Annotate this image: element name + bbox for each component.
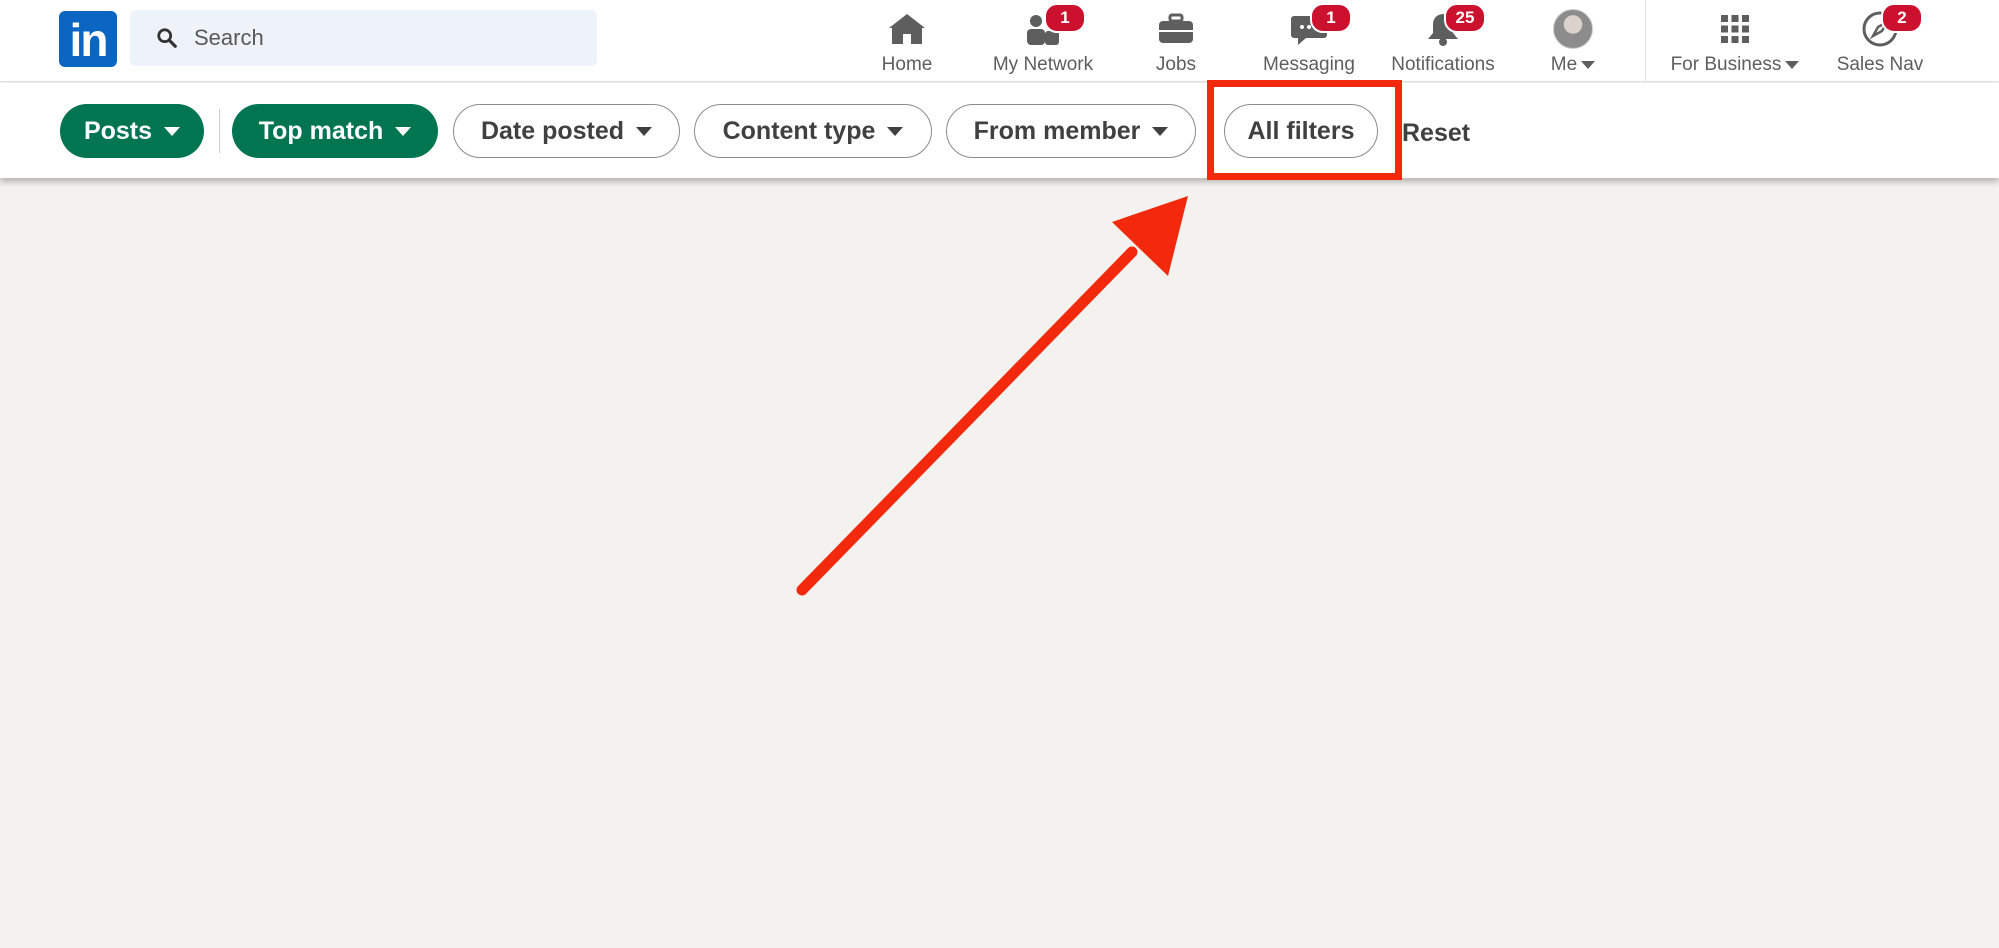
sales-nav-badge: 2 [1881,3,1923,33]
from-member-filter-button[interactable]: From member [946,104,1196,158]
nav-messaging[interactable]: 1 Messaging [1256,0,1362,82]
nav-notifications-label: Notifications [1391,54,1495,75]
nav-jobs-label: Jobs [1155,54,1197,75]
chevron-down-icon [1152,126,1169,136]
reset-filters-button[interactable]: Reset [1402,119,1470,148]
search-filter-bar: Posts Top match Date posted Content type… [0,83,1999,178]
nav-for-business-label-wrap: For Business [1671,54,1800,76]
nav-home[interactable]: Home [874,0,940,82]
chevron-down-icon [887,126,904,136]
top-match-filter-button[interactable]: Top match [232,104,438,158]
chevron-down-icon [164,126,181,136]
nav-me[interactable]: Me [1544,0,1602,82]
network-badge: 1 [1044,3,1086,33]
chevron-down-icon [1785,61,1800,69]
annotation-highlight-box [1207,80,1402,180]
posts-filter-label: Posts [83,116,153,145]
nav-for-business-label: For Business [1670,54,1782,75]
linkedin-logo[interactable]: in [59,11,117,67]
notifications-badge: 25 [1444,3,1486,33]
nav-me-label-wrap: Me [1550,54,1596,76]
chevron-down-icon [636,126,653,136]
nav-for-business[interactable]: For Business [1662,0,1808,82]
nav-me-label: Me [1550,54,1578,75]
date-posted-filter-label: Date posted [480,116,625,145]
top-navigation-bar: in Home 1 My Network [0,0,1999,82]
from-member-filter-label: From member [973,116,1141,145]
chevron-down-icon [1581,61,1596,69]
top-match-filter-label: Top match [258,116,384,145]
nav-notifications[interactable]: 25 Notifications [1381,0,1505,82]
apps-grid-icon [1721,15,1749,43]
avatar [1553,9,1593,49]
chevron-down-icon [395,126,412,136]
nav-messaging-label: Messaging [1263,54,1355,75]
nav-sales-nav-label: Sales Nav [1836,54,1924,75]
messaging-badge: 1 [1310,3,1352,33]
filter-divider [219,109,220,153]
nav-home-label: Home [881,54,933,75]
nav-my-network-label: My Network [992,54,1094,75]
briefcase-icon [1159,13,1193,43]
date-posted-filter-button[interactable]: Date posted [453,104,680,158]
search-icon [157,28,177,48]
content-type-filter-label: Content type [722,116,876,145]
search-input[interactable] [194,25,574,51]
home-icon [889,14,925,44]
nav-my-network[interactable]: 1 My Network [983,0,1103,82]
nav-jobs[interactable]: Jobs [1146,0,1206,82]
nav-sales-nav[interactable]: 2 Sales Nav [1830,0,1930,82]
content-type-filter-button[interactable]: Content type [694,104,932,158]
search-bar[interactable] [130,10,597,66]
nav-divider [1645,0,1646,82]
posts-filter-button[interactable]: Posts [60,104,204,158]
